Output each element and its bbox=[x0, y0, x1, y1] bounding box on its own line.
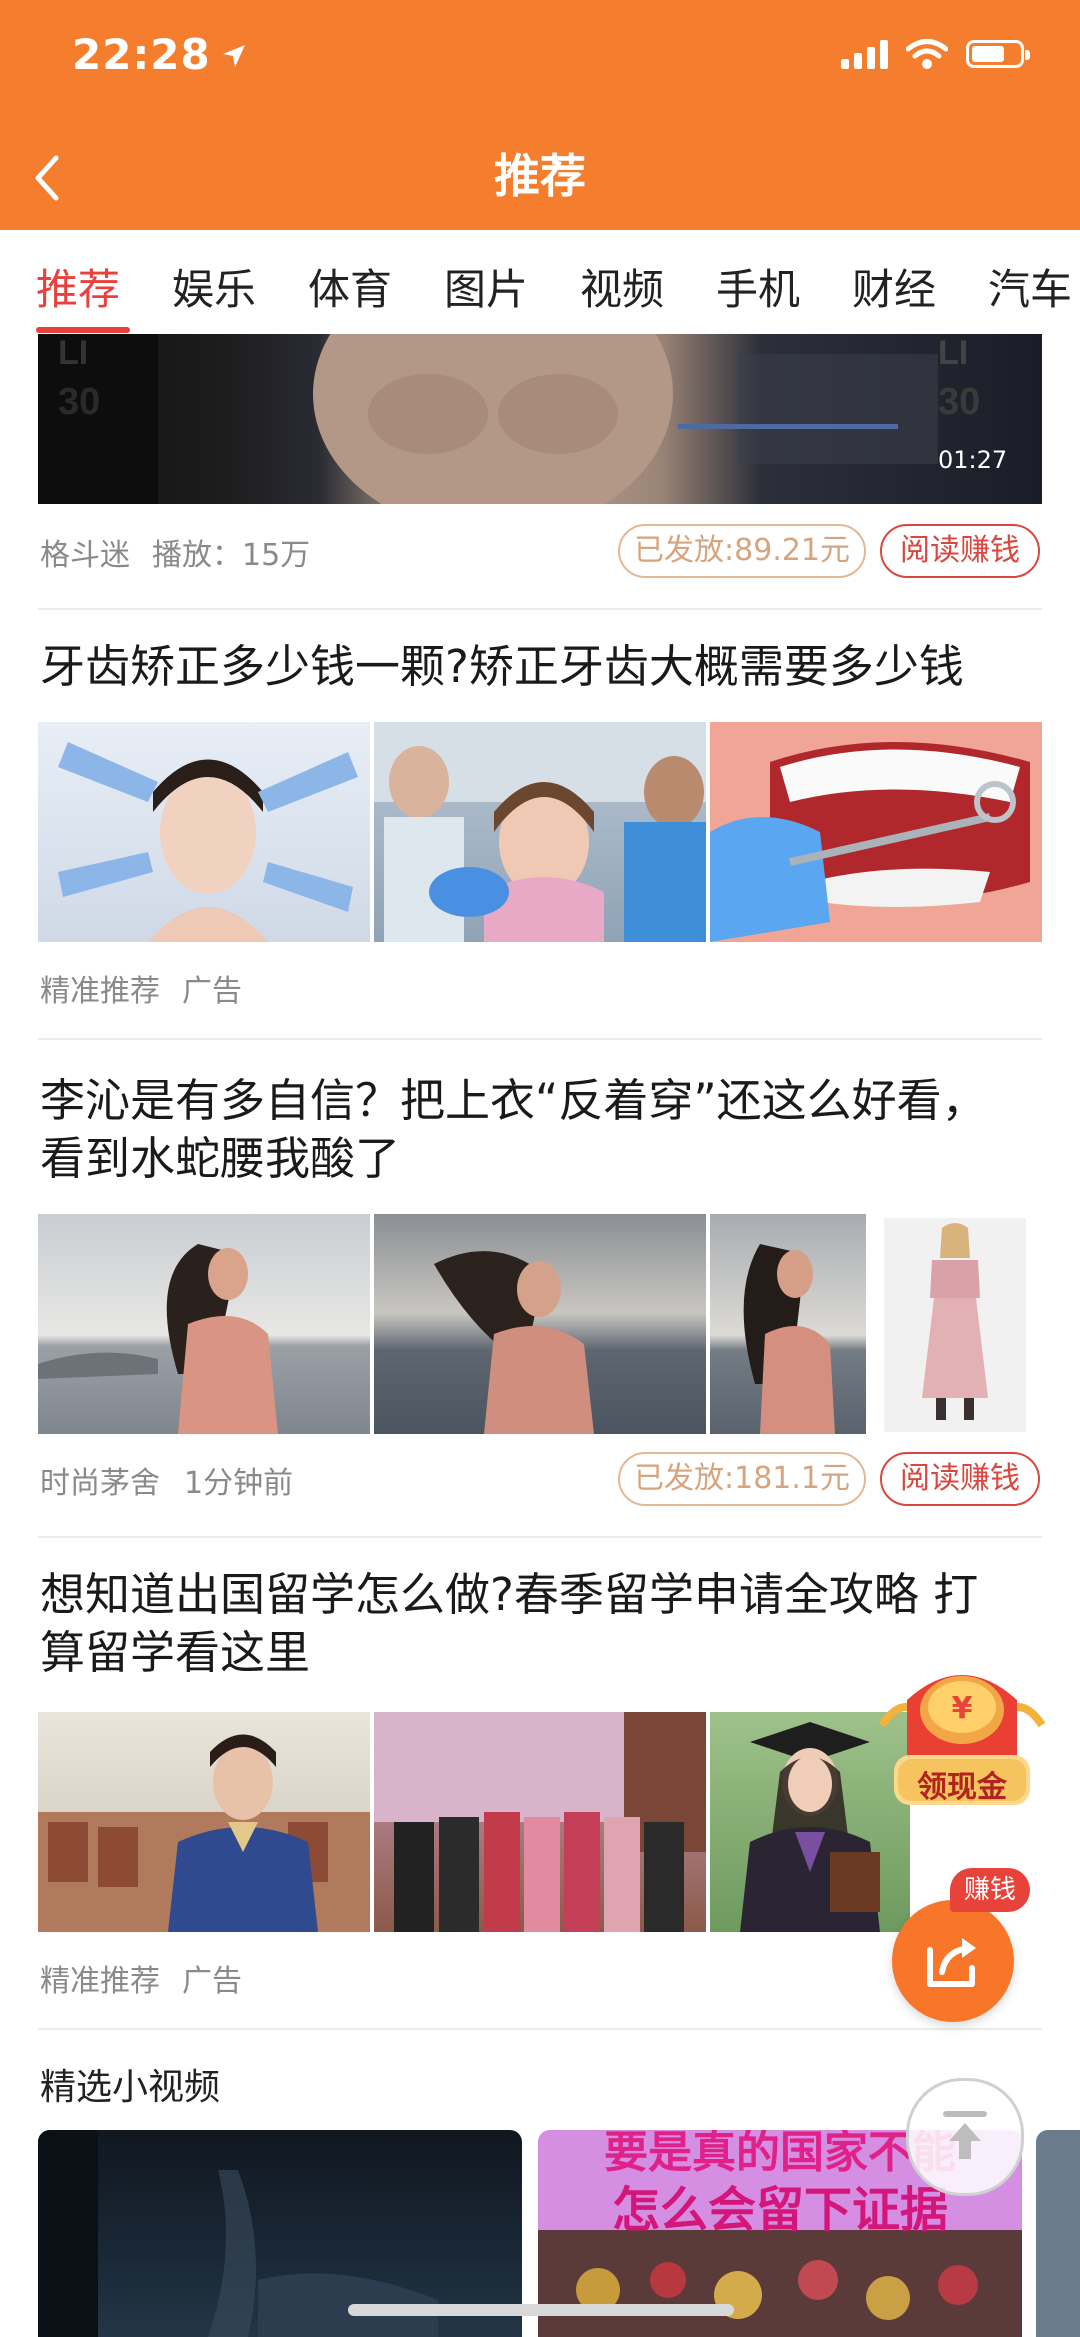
paid-amount-badge: 已发放:89.21元 bbox=[618, 524, 866, 578]
wifi-icon bbox=[906, 39, 948, 69]
tab-video[interactable]: 视频 bbox=[580, 256, 664, 317]
app-header: 22:28 推荐 bbox=[0, 0, 1080, 230]
ad-headline[interactable]: 牙齿矫正多少钱一颗?矫正牙齿大概需要多少钱 bbox=[40, 638, 1040, 696]
svg-text:30: 30 bbox=[938, 381, 980, 423]
earn-money-tag: 赚钱 bbox=[950, 1868, 1031, 1912]
article-time: 1分钟前 bbox=[184, 1466, 294, 1501]
svg-text:LI: LI bbox=[938, 334, 968, 372]
divider bbox=[38, 608, 1042, 610]
article-source: 时尚茅舍 bbox=[40, 1466, 160, 1501]
dentist-photo bbox=[374, 722, 706, 942]
divider bbox=[38, 1536, 1042, 1538]
svg-text:30: 30 bbox=[58, 381, 100, 423]
location-arrow-icon bbox=[221, 30, 247, 79]
clock-text: 22:28 bbox=[72, 30, 211, 79]
pink-dress-photo bbox=[922, 1223, 988, 1420]
divider bbox=[38, 2028, 1042, 2030]
woman-lakeside-photo bbox=[38, 1244, 278, 1434]
get-cash-widget[interactable]: ¥ 领现金 bbox=[872, 1655, 1052, 1825]
smiling-woman-photo bbox=[58, 742, 358, 942]
tab-mobile[interactable]: 手机 bbox=[716, 256, 800, 317]
article-image-1[interactable] bbox=[38, 1214, 370, 1434]
ad-image-2[interactable] bbox=[374, 1712, 706, 1932]
teeth-photo bbox=[710, 722, 1042, 942]
cellular-signal-icon bbox=[841, 39, 888, 69]
section-title: 精选小视频 bbox=[40, 2067, 221, 2108]
status-bar-time: 22:28 bbox=[72, 30, 247, 79]
short-video-card-3[interactable] bbox=[1036, 2130, 1080, 2337]
battery-icon bbox=[966, 40, 1030, 68]
share-earn-button[interactable] bbox=[892, 1900, 1014, 2022]
woman-profile-photo bbox=[743, 1244, 835, 1434]
video-thumbnail[interactable]: LI 30 LI 30 01:27 bbox=[38, 334, 1042, 504]
ad-source: 精准推荐 bbox=[40, 1964, 160, 1999]
status-bar-icons bbox=[841, 38, 1030, 70]
article-headline-line1: 李沁是有多自信？把上衣“反着穿”还这么好看， bbox=[40, 1074, 987, 1127]
ad-image-1[interactable] bbox=[38, 722, 370, 942]
woman-windblown-photo bbox=[434, 1251, 594, 1434]
read-earn-button[interactable]: 阅读赚钱 bbox=[880, 524, 1040, 578]
video-duration: 01:27 bbox=[938, 446, 1008, 474]
active-tab-indicator bbox=[36, 327, 130, 333]
article-image-4[interactable] bbox=[884, 1218, 1026, 1432]
article-headline-line2: 看到水蛇腰我酸了 bbox=[40, 1132, 401, 1185]
ad-image-1[interactable] bbox=[38, 1712, 370, 1932]
tab-sports[interactable]: 体育 bbox=[308, 256, 392, 317]
graduation-group-photo bbox=[374, 1712, 706, 1932]
ad-label: 广告 bbox=[182, 1964, 242, 1999]
article-image-3[interactable] bbox=[710, 1214, 866, 1434]
ad-headline-line1: 想知道出国留学怎么做?春季留学申请全攻略 打 bbox=[40, 1568, 979, 1621]
tab-finance[interactable]: 财经 bbox=[852, 256, 936, 317]
read-earn-button[interactable]: 阅读赚钱 bbox=[880, 1452, 1040, 1506]
home-indicator bbox=[348, 2304, 734, 2316]
ad-image-2[interactable] bbox=[374, 722, 706, 942]
share-icon bbox=[927, 1938, 976, 1987]
tab-pictures[interactable]: 图片 bbox=[444, 256, 528, 317]
divider bbox=[38, 1038, 1042, 1040]
boxer-video-frame: LI 30 LI 30 bbox=[38, 334, 980, 504]
article-image-2[interactable] bbox=[374, 1214, 706, 1434]
article-headline[interactable]: 李沁是有多自信？把上衣“反着穿”还这么好看， 看到水蛇腰我酸了 bbox=[40, 1072, 1040, 1188]
svg-text:LI: LI bbox=[58, 334, 88, 372]
paid-amount-badge: 已发放:181.1元 bbox=[618, 1452, 866, 1506]
category-tabs: 推荐 娱乐 体育 图片 视频 手机 财经 汽车 bbox=[0, 230, 1080, 334]
svg-text:¥: ¥ bbox=[952, 1691, 973, 1726]
ad-label: 广告 bbox=[182, 974, 242, 1009]
flight-attendant-photo bbox=[38, 1734, 370, 1932]
page-title: 推荐 bbox=[494, 149, 586, 203]
tab-auto[interactable]: 汽车 bbox=[988, 256, 1072, 317]
video-source: 格斗迷 bbox=[40, 538, 130, 573]
tab-recommend[interactable]: 推荐 bbox=[36, 256, 120, 317]
get-cash-label: 领现金 bbox=[917, 1770, 1007, 1805]
video-plays: 播放：15万 bbox=[152, 538, 311, 573]
back-to-top-button[interactable] bbox=[906, 2078, 1024, 2196]
arrow-up-to-top-icon bbox=[943, 2111, 987, 2159]
ad-source: 精准推荐 bbox=[40, 974, 160, 1009]
ad-image-3[interactable] bbox=[710, 722, 1042, 942]
tab-entertainment[interactable]: 娱乐 bbox=[172, 256, 256, 317]
